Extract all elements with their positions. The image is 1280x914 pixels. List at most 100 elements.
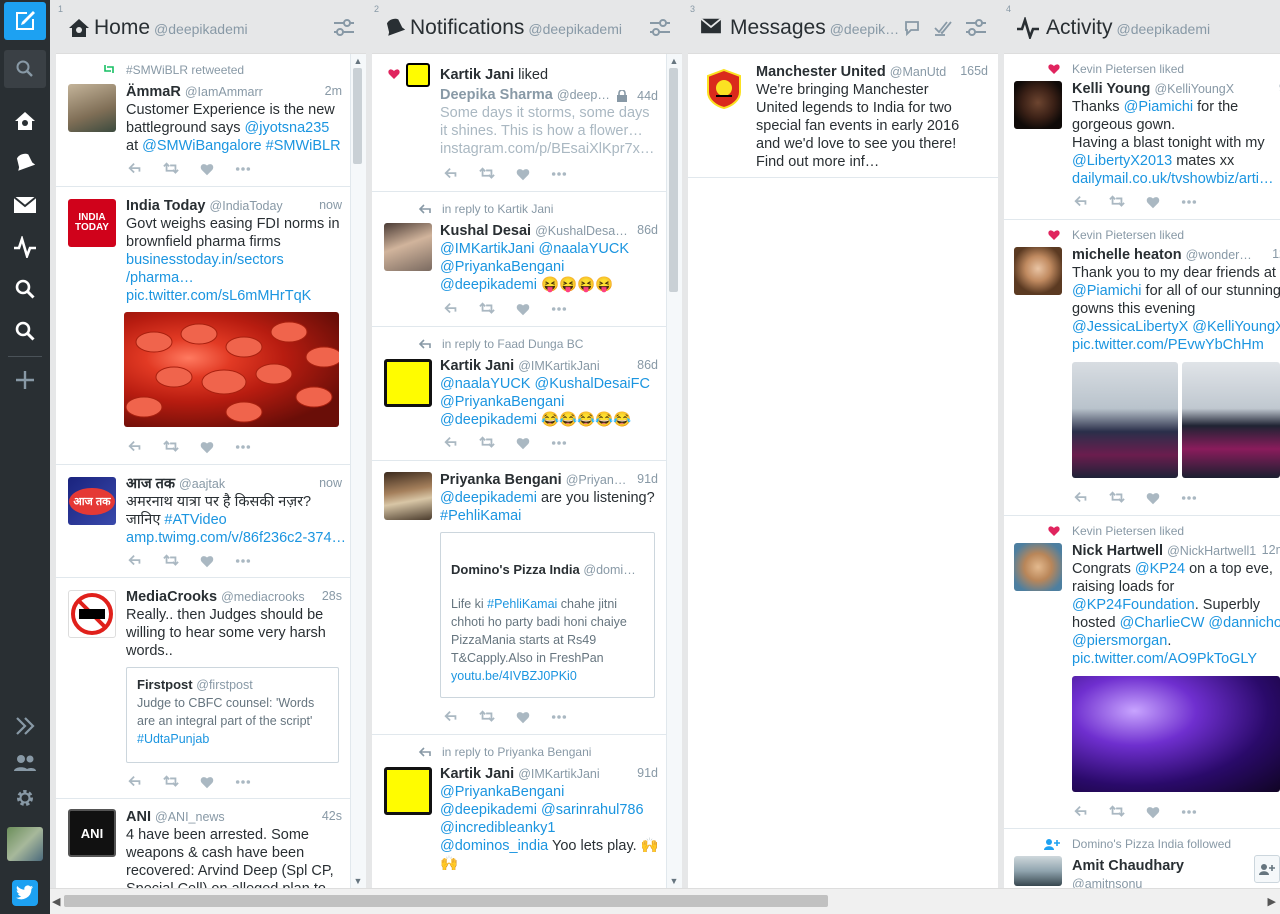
column-feed[interactable]: Manchester United @ManUtd We're bringing…: [688, 54, 998, 888]
activity-item[interactable]: Domino's Pizza India followed Amit Chaud…: [1004, 829, 1280, 888]
more-button[interactable]: [550, 435, 568, 451]
column-options-icon[interactable]: [649, 19, 671, 37]
tweet-time[interactable]: 28s: [322, 589, 342, 603]
mention-link[interactable]: @PriyankaBengani: [440, 783, 662, 801]
twitter-logo-icon[interactable]: [12, 880, 38, 906]
like-button[interactable]: [1144, 490, 1162, 506]
avatar[interactable]: [384, 767, 432, 815]
more-button[interactable]: [550, 301, 568, 317]
like-button[interactable]: [198, 161, 216, 177]
mention-link[interactable]: @Piamichi: [1124, 99, 1194, 115]
tweet-time[interactable]: 2m: [325, 84, 342, 98]
column-options-icon[interactable]: [965, 19, 987, 37]
scroll-thumb[interactable]: [669, 68, 678, 292]
tweet-media-image[interactable]: [1182, 362, 1280, 478]
sender-handle[interactable]: @ManUtd: [890, 65, 946, 79]
more-button[interactable]: [234, 439, 252, 455]
more-button[interactable]: [234, 774, 252, 790]
tweet-time[interactable]: 12m: [1262, 543, 1280, 557]
follower-handle[interactable]: @amitnsonu: [1072, 875, 1280, 888]
url-link[interactable]: businesstoday.in/sectors: [126, 251, 346, 269]
tweet-media-image[interactable]: [124, 312, 339, 427]
more-button[interactable]: [1180, 804, 1198, 820]
tweet-time[interactable]: now: [319, 198, 342, 212]
reply-button[interactable]: [1072, 804, 1090, 820]
message-time[interactable]: 165d: [960, 64, 988, 78]
search-button[interactable]: [4, 50, 46, 88]
avatar[interactable]: [384, 223, 432, 271]
author-handle[interactable]: @KelliYoungX: [1154, 82, 1234, 96]
tweet-time[interactable]: now: [319, 476, 342, 490]
author-handle[interactable]: @mediacrooks: [221, 590, 305, 604]
tweet[interactable]: in reply to Kartik Jani Kushal Desai @Ku…: [372, 192, 668, 327]
message-thread[interactable]: Manchester United @ManUtd We're bringing…: [688, 54, 998, 178]
mention-link[interactable]: @JessicaLibertyX @KelliYoungX: [1072, 318, 1280, 336]
quoted-tweet[interactable]: Firstpost @firstpost Judge to CBFC couns…: [126, 667, 339, 763]
retweet-button[interactable]: [478, 435, 496, 451]
author-name[interactable]: Kushal Desai: [440, 223, 531, 239]
tweet-media-image[interactable]: [1072, 676, 1280, 792]
author-name[interactable]: Kartik Jani: [440, 358, 514, 374]
like-button[interactable]: [514, 709, 532, 725]
retweet-context[interactable]: #SMWiBLR retweeted: [126, 63, 244, 77]
column-feed[interactable]: #SMWiBLR retweeted ÄmmaR @IamAmmarr Cust…: [56, 54, 366, 888]
actor-name[interactable]: Kartik Jani: [440, 67, 514, 83]
more-button[interactable]: [234, 553, 252, 569]
author-name[interactable]: ÄmmaR: [126, 84, 181, 100]
tweet-time[interactable]: 44d: [637, 89, 658, 103]
tweet[interactable]: Priyanka Bengani @Priyan… @deepikademi a…: [372, 461, 668, 735]
mention-link[interactable]: @IMKartikJani @naalaYUCK: [440, 240, 662, 258]
retweet-button[interactable]: [162, 439, 180, 455]
media-link[interactable]: pic.twitter.com/PEvwYbChHm: [1072, 336, 1280, 354]
expand-sidebar-button[interactable]: [0, 706, 50, 746]
author-name[interactable]: Kelli Young: [1072, 81, 1150, 97]
mention-link[interactable]: @KP24Foundation: [1072, 597, 1195, 613]
activity-context[interactable]: Kevin Pietersen liked: [1072, 62, 1184, 76]
media-link[interactable]: pic.twitter.com/sL6mMHrTqK: [126, 287, 346, 305]
mention-link[interactable]: @deepikademi: [440, 412, 537, 428]
retweet-button[interactable]: [1108, 194, 1126, 210]
column-title[interactable]: Home @deepikademi: [94, 16, 248, 40]
url-link[interactable]: amp.twimg.com/v/86f236c2-374…: [126, 529, 346, 547]
horizontal-scrollbar[interactable]: ◀ ▶: [50, 888, 1280, 914]
tweet-time[interactable]: 42s: [322, 809, 342, 823]
url-link[interactable]: youtu.be/4IVBZJ0PKi0: [451, 667, 644, 685]
hashtag-link[interactable]: #PehliKamai: [487, 597, 557, 611]
reply-context[interactable]: in reply to Kartik Jani: [442, 202, 553, 216]
column-feed[interactable]: Kartik Jani liked Deepika Sharma @deep… …: [372, 54, 682, 888]
mark-read-icon[interactable]: [934, 19, 954, 37]
author-name[interactable]: आज तक: [126, 476, 175, 492]
tweet[interactable]: आज तक आज तक @aajtak अमरनाथ यात्रा पर है …: [56, 465, 352, 578]
reply-button[interactable]: [442, 709, 460, 725]
reply-button[interactable]: [442, 166, 460, 182]
media-link[interactable]: pic.twitter.com/AO9PkToGLY: [1072, 650, 1280, 668]
mention-link[interactable]: @deepikademi: [440, 277, 537, 293]
reply-button[interactable]: [126, 161, 144, 177]
retweet-button[interactable]: [478, 709, 496, 725]
new-message-icon[interactable]: [904, 19, 924, 37]
avatar[interactable]: [384, 472, 432, 520]
retweet-button[interactable]: [162, 774, 180, 790]
like-button[interactable]: [1144, 194, 1162, 210]
like-button[interactable]: [514, 166, 532, 182]
more-button[interactable]: [550, 166, 568, 182]
tweet[interactable]: MediaCrooks @mediacrooks Really.. then J…: [56, 578, 352, 799]
mention-link[interactable]: @KP24: [1135, 561, 1185, 577]
actor-avatar[interactable]: [406, 63, 430, 87]
mention-link[interactable]: @dominos_india: [440, 838, 548, 854]
avatar[interactable]: [1014, 81, 1062, 129]
sender-name[interactable]: Manchester United: [756, 64, 886, 80]
tweet-time[interactable]: 91d: [637, 766, 658, 780]
compose-tweet-button[interactable]: [4, 2, 46, 40]
retweet-button[interactable]: [162, 553, 180, 569]
author-handle[interactable]: @Priyan…: [566, 473, 627, 487]
reply-button[interactable]: [442, 301, 460, 317]
follower-name[interactable]: Amit Chaudhary: [1072, 857, 1280, 875]
retweet-button[interactable]: [478, 301, 496, 317]
scroll-right-arrow[interactable]: ▶: [1268, 895, 1276, 908]
hashtag-link[interactable]: #SMWiBLR: [266, 138, 341, 154]
activity-context[interactable]: Domino's Pizza India followed: [1072, 837, 1231, 851]
more-button[interactable]: [234, 161, 252, 177]
column-title[interactable]: Messages @deepik…: [730, 16, 899, 40]
tweet-time[interactable]: 86d: [637, 358, 658, 372]
